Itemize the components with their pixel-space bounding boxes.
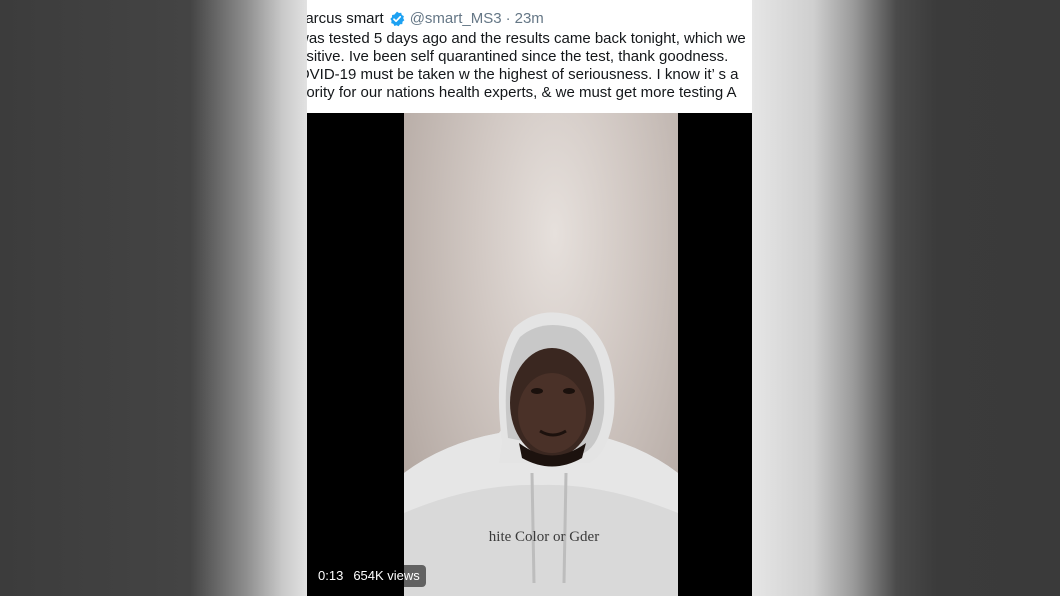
tweet-card: narcus smart @smart_MS3 · 23m was tested… bbox=[307, 0, 752, 596]
hoodie-print-text: hite Color or Gder bbox=[489, 529, 599, 545]
tweet-text-line: OVID-19 must be taken w the highest of s… bbox=[307, 66, 739, 83]
tweet-header: narcus smart @smart_MS3 · 23m bbox=[307, 9, 544, 29]
video-view-count: 654K views bbox=[353, 568, 420, 583]
verified-badge-icon bbox=[389, 11, 405, 27]
background-left-blur bbox=[0, 0, 307, 596]
separator-dot: · bbox=[505, 10, 511, 27]
tweet-text-line: was tested 5 days ago and the results ca… bbox=[307, 30, 746, 47]
video-frame: hite Color or Gder bbox=[404, 113, 678, 596]
tweet-timestamp[interactable]: 23m bbox=[515, 9, 544, 29]
video-duration: 0:13 bbox=[318, 568, 344, 583]
tweet-text-line: ositive. Ive been self quarantined since… bbox=[307, 48, 729, 65]
tweet-text: was tested 5 days ago and the results ca… bbox=[307, 30, 752, 102]
author-handle[interactable]: @smart_MS3 bbox=[410, 9, 502, 29]
video-stats-overlay: 0:13 654K views bbox=[312, 565, 426, 587]
background-right-blur bbox=[752, 0, 1060, 596]
video-subject-image: hite Color or Gder bbox=[404, 312, 678, 596]
tweet-text-line: riority for our nations health experts, … bbox=[307, 84, 737, 101]
author-name[interactable]: narcus smart bbox=[307, 9, 384, 29]
video-player[interactable]: hite Color or Gder 0:13 654K views bbox=[307, 113, 752, 596]
